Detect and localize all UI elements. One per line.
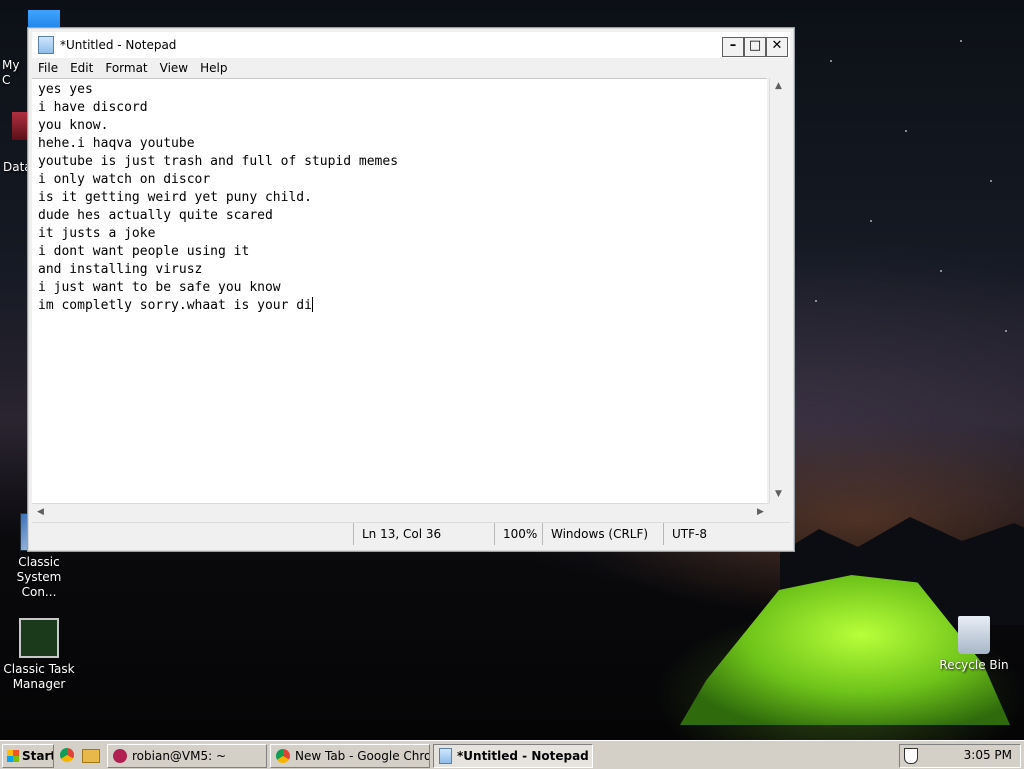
close-button[interactable]: ✕ [766,37,788,57]
horizontal-scrollbar[interactable]: ◀ ▶ [32,503,769,521]
status-encoding: UTF-8 [663,523,770,545]
chrome-icon [276,749,290,763]
quicklaunch-folder-icon[interactable] [82,749,100,763]
task-label: *Untitled - Notepad [457,749,589,763]
vertical-scrollbar[interactable]: ▲ ▼ [769,78,787,503]
recycle-bin-icon [958,616,990,654]
notepad-window[interactable]: *Untitled - Notepad – □ ✕ File Edit Form… [27,27,795,552]
text-editor[interactable]: yes yes i have discord you know. hehe.i … [32,78,767,504]
notepad-icon [38,36,54,54]
status-line-ending: Windows (CRLF) [542,523,663,545]
menu-format[interactable]: Format [99,61,153,75]
shield-icon[interactable] [904,748,918,764]
task-terminal[interactable]: robian@VM5: ~ [107,744,267,768]
start-label: Start [22,749,54,763]
window-title: *Untitled - Notepad [60,38,177,52]
task-label: robian@VM5: ~ [132,749,227,763]
quicklaunch-chrome-icon[interactable] [60,748,74,762]
task-manager-icon [19,618,59,658]
clock[interactable]: 3:05 PM [964,748,1012,762]
status-position: Ln 13, Col 36 [353,523,494,545]
database-icon [12,112,28,140]
desktop-icon-label: Classic Task Manager [3,662,75,691]
scroll-down-icon[interactable]: ▼ [770,486,787,503]
desktop-icon-label: My C [2,58,20,87]
task-chrome[interactable]: New Tab - Google Chro... [270,744,430,768]
maximize-button[interactable]: □ [744,37,766,57]
menu-file[interactable]: File [32,61,64,75]
minimize-button[interactable]: – [722,37,744,57]
desktop-icon-my-computer[interactable]: My C [0,10,60,87]
menu-view[interactable]: View [154,61,194,75]
menu-edit[interactable]: Edit [64,61,99,75]
menu-bar: File Edit Format View Help [32,58,790,78]
status-zoom: 100% [494,523,542,545]
desktop-icon-classic-task-manager[interactable]: Classic Task Manager [0,618,79,692]
status-bar: Ln 13, Col 36 100% Windows (CRLF) UTF-8 [32,522,790,545]
scroll-left-icon[interactable]: ◀ [32,504,49,521]
scroll-right-icon[interactable]: ▶ [752,504,769,521]
task-label: New Tab - Google Chro... [295,749,430,763]
desktop-icon-recycle-bin[interactable]: Recycle Bin [934,616,1014,673]
windows-logo-icon [7,750,19,762]
terminal-icon [113,749,127,763]
editor-text: yes yes i have discord you know. hehe.i … [38,82,399,313]
desktop-icon-label: Classic System Con... [16,555,62,599]
start-button[interactable]: Start [2,744,54,768]
taskbar: Start robian@VM5: ~ New Tab - Google Chr… [0,740,1024,769]
desktop-icon-label: Recycle Bin [939,658,1009,672]
text-caret [311,297,313,312]
system-tray: 3:05 PM [899,744,1021,768]
scroll-up-icon[interactable]: ▲ [770,78,787,95]
title-bar[interactable]: *Untitled - Notepad – □ ✕ [32,32,790,58]
menu-help[interactable]: Help [194,61,233,75]
notepad-icon [439,748,452,764]
task-notepad[interactable]: *Untitled - Notepad [433,744,593,768]
desktop-icon-data[interactable]: Data [0,112,32,174]
